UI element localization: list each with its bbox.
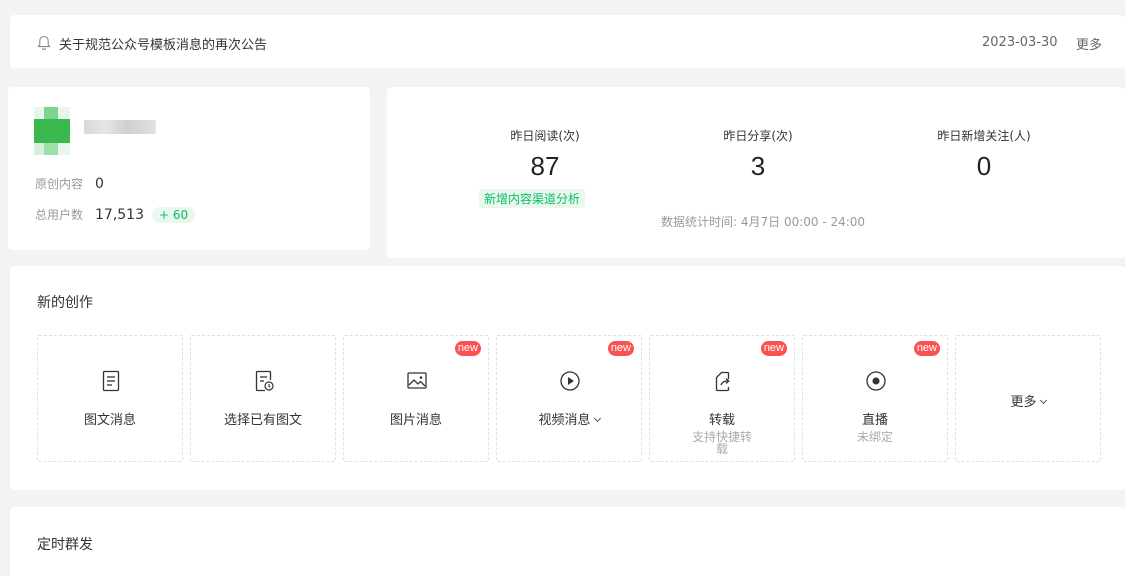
stat-shares-label: 昨日分享(次) bbox=[723, 129, 793, 143]
new-badge: new bbox=[454, 341, 481, 356]
notice-title[interactable]: 关于规范公众号模板消息的再次公告 bbox=[59, 34, 267, 53]
video-play-icon bbox=[560, 371, 580, 391]
bell-icon bbox=[37, 35, 51, 51]
article-icon bbox=[102, 370, 120, 392]
tile-video[interactable]: new 视频消息 bbox=[496, 335, 642, 462]
tile-sublabel: 未绑定 bbox=[856, 430, 893, 444]
tile-label: 更多 bbox=[1010, 395, 1037, 410]
live-icon bbox=[866, 371, 886, 391]
notice-more-link[interactable]: 更多 bbox=[1076, 34, 1102, 53]
stat-reads-label: 昨日阅读(次) bbox=[510, 129, 580, 143]
avatar[interactable] bbox=[34, 107, 70, 155]
tile-more[interactable]: 更多 bbox=[955, 335, 1101, 462]
total-users-row: 总用户数 17,513 + 60 bbox=[35, 206, 196, 223]
account-name-blurred bbox=[84, 120, 156, 134]
history-article-icon bbox=[255, 370, 274, 392]
notice-date: 2023-03-30 bbox=[982, 35, 1058, 50]
stats-time-note: 数据统计时间: 4月7日 00:00 - 24:00 bbox=[661, 215, 866, 229]
tile-label-row: 视频消息 bbox=[497, 409, 641, 428]
tile-label: 转载 bbox=[708, 413, 735, 428]
scheduled-broadcast-section: 定时群发 bbox=[10, 507, 1125, 576]
tile-label: 视频消息 bbox=[538, 413, 591, 428]
repost-icon bbox=[715, 371, 730, 392]
tile-label: 图片消息 bbox=[389, 413, 442, 428]
total-users-label: 总用户数 bbox=[35, 208, 84, 222]
original-content-label: 原创内容 bbox=[35, 177, 84, 191]
channel-analysis-link[interactable]: 新增内容渠道分析 bbox=[479, 189, 586, 208]
tile-label: 图文消息 bbox=[83, 413, 136, 428]
stat-shares: 昨日分享(次) 3 bbox=[658, 127, 858, 182]
total-users-value: 17,513 bbox=[95, 206, 144, 223]
stat-followers-value: 0 bbox=[976, 151, 992, 181]
tile-live[interactable]: new 直播 未绑定 bbox=[802, 335, 948, 462]
original-content-value: 0 bbox=[95, 175, 104, 192]
tile-article[interactable]: 图文消息 bbox=[37, 335, 183, 462]
users-delta-badge: + 60 bbox=[152, 206, 196, 223]
tile-label: 直播 bbox=[861, 413, 888, 428]
section-title: 定时群发 bbox=[37, 537, 93, 553]
tile-label: 选择已有图文 bbox=[223, 413, 302, 428]
image-icon bbox=[407, 372, 427, 389]
new-badge: new bbox=[607, 341, 634, 356]
tile-image[interactable]: new 图片消息 bbox=[343, 335, 489, 462]
account-profile-card: 原创内容 0 总用户数 17,513 + 60 bbox=[8, 87, 370, 250]
stat-reads: 昨日阅读(次) 87 bbox=[445, 127, 645, 182]
stat-reads-value: 87 bbox=[530, 151, 560, 181]
new-badge: new bbox=[760, 341, 787, 356]
tile-label-row: 更多 bbox=[956, 391, 1100, 410]
new-creation-section: 新的创作 图文消息 选择已有图文 new 图片消息 new 视频消息 new 转… bbox=[10, 266, 1125, 490]
chevron-down-icon bbox=[593, 414, 601, 423]
chevron-down-icon bbox=[1039, 396, 1047, 405]
yesterday-stats-card: 昨日阅读(次) 87 昨日分享(次) 3 昨日新增关注(人) 0 新增内容渠道分… bbox=[387, 87, 1125, 258]
stat-followers-label: 昨日新增关注(人) bbox=[937, 129, 1031, 143]
new-badge: new bbox=[913, 341, 940, 356]
stat-new-followers: 昨日新增关注(人) 0 bbox=[884, 127, 1084, 182]
section-title: 新的创作 bbox=[37, 295, 93, 311]
tile-select-existing[interactable]: 选择已有图文 bbox=[190, 335, 336, 462]
tile-repost[interactable]: new 转载 支持快捷转载 bbox=[649, 335, 795, 462]
original-content-row: 原创内容 0 bbox=[35, 175, 104, 192]
notice-bar: 关于规范公众号模板消息的再次公告 2023-03-30 更多 bbox=[10, 15, 1125, 68]
stat-shares-value: 3 bbox=[750, 151, 766, 181]
tile-sublabel: 支持快捷转载 bbox=[691, 430, 752, 456]
